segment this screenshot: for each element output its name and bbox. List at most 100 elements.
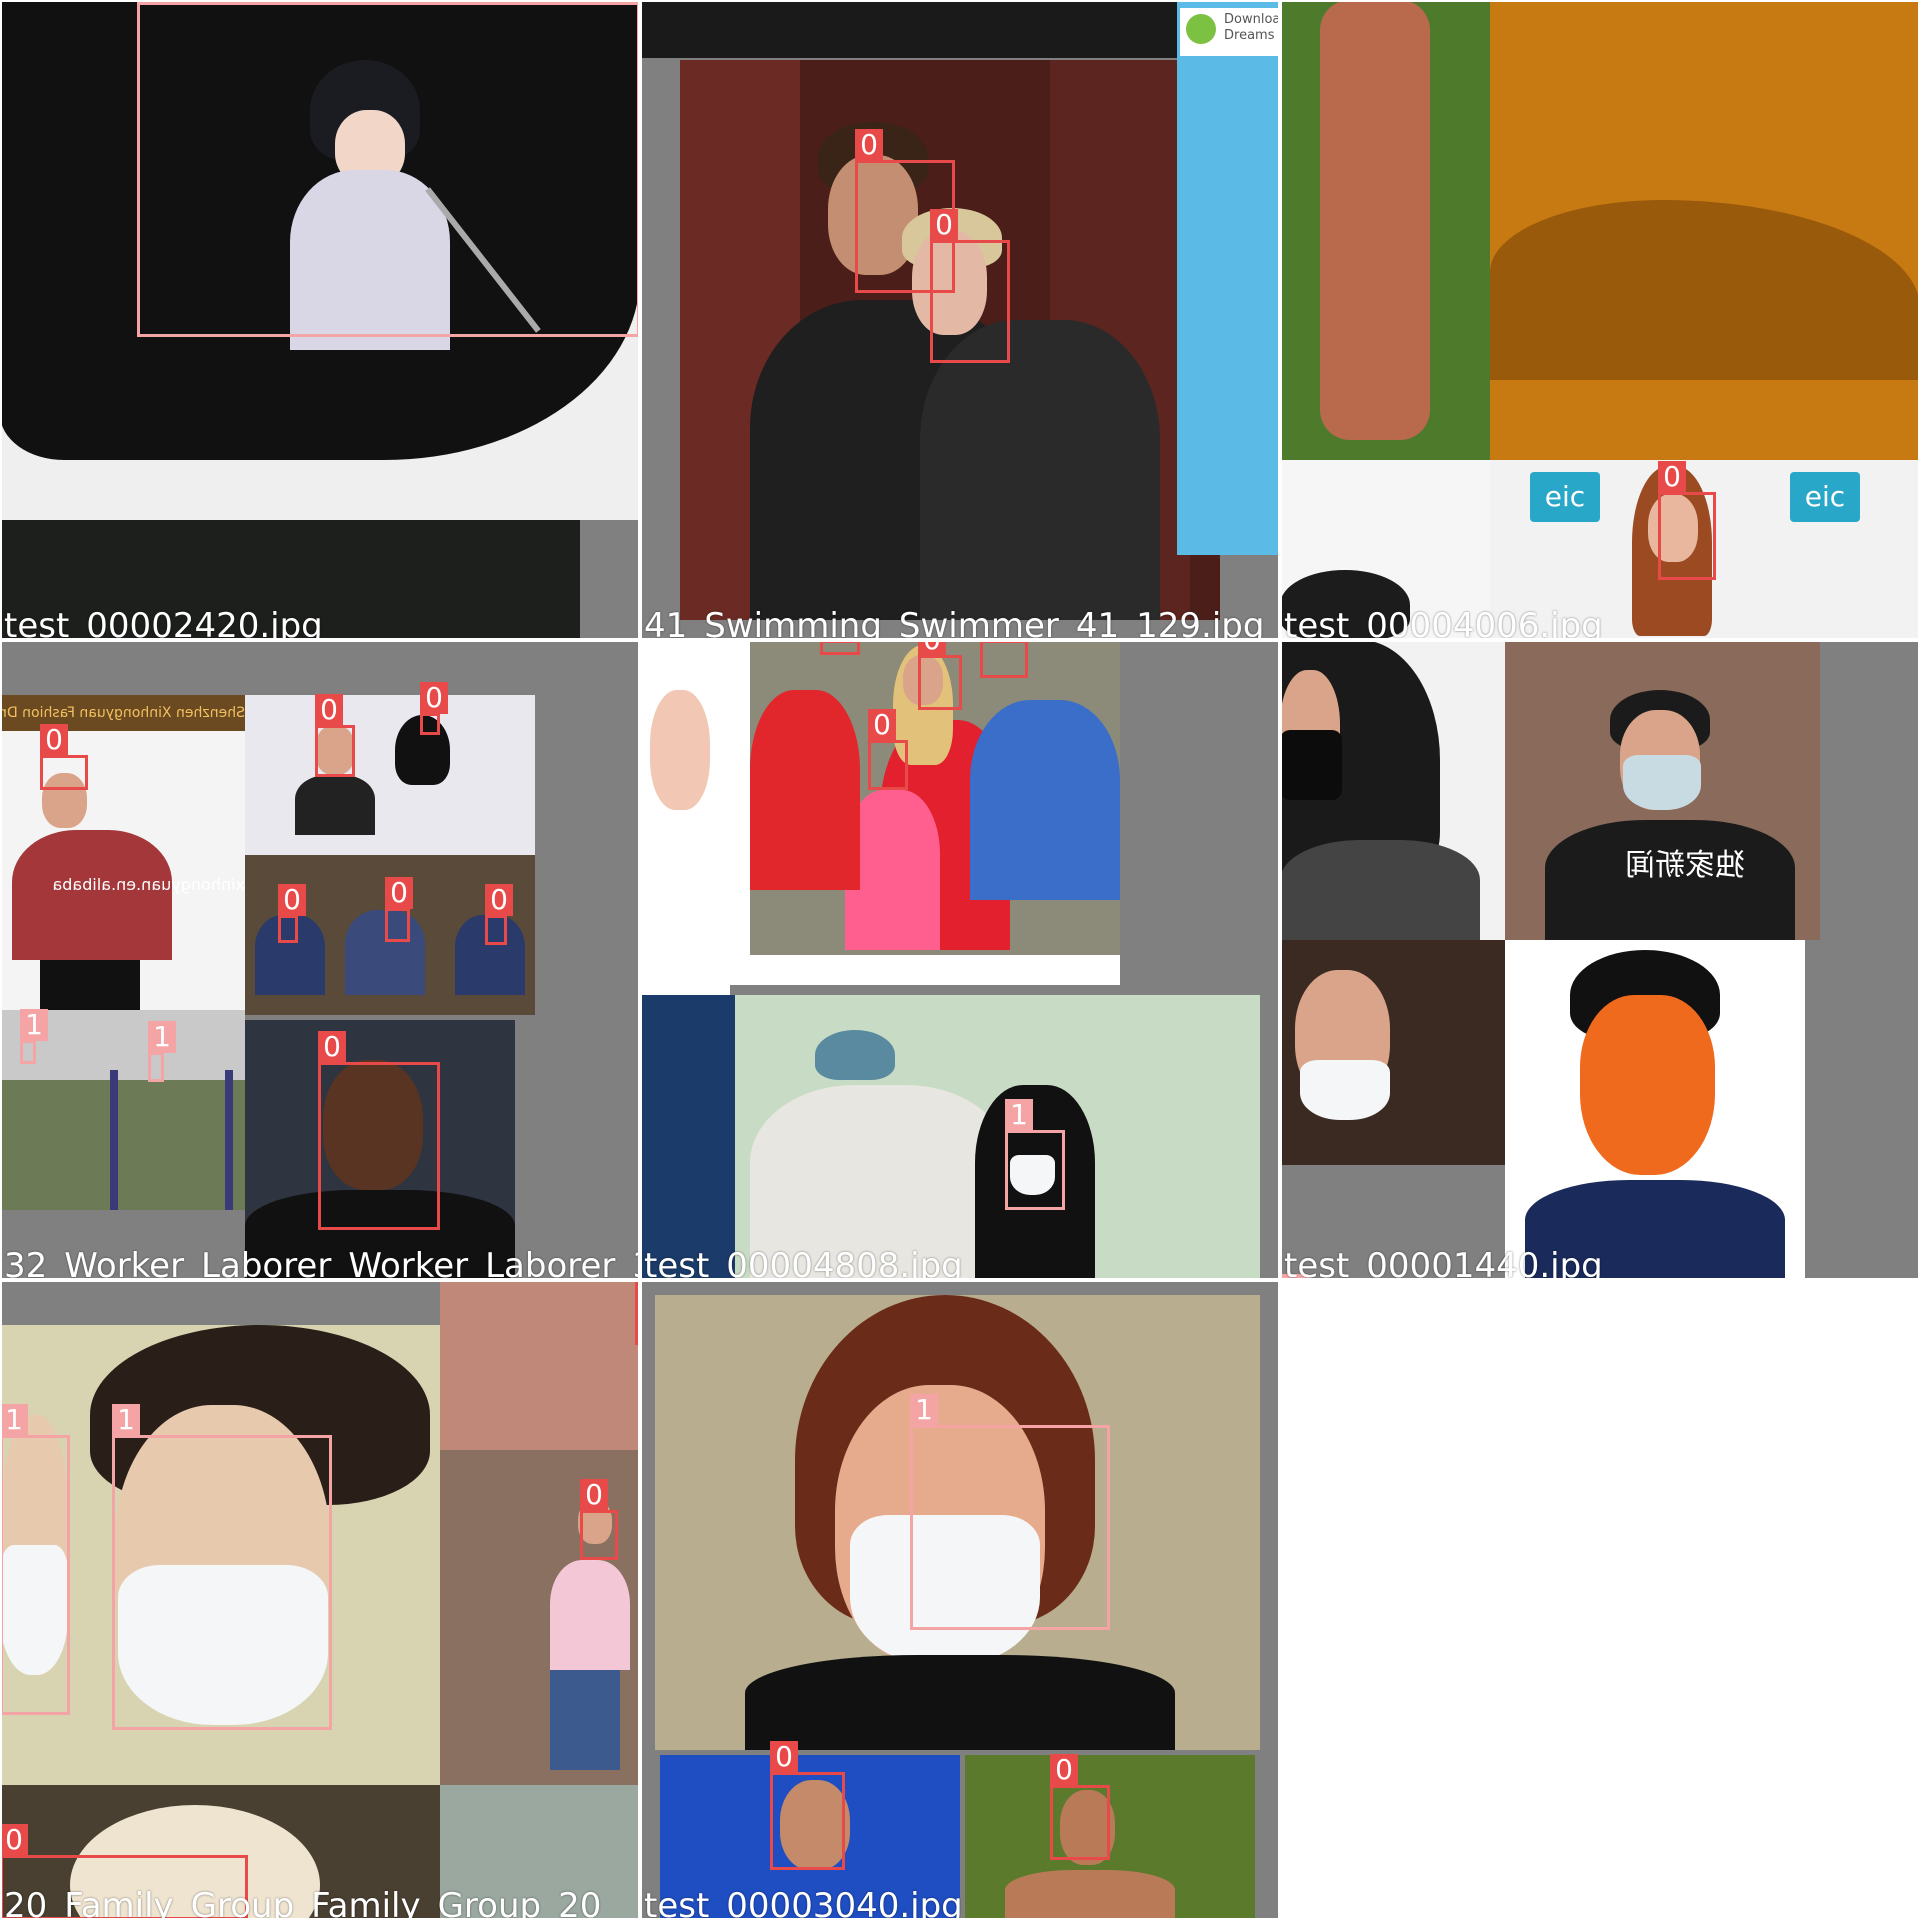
eic-logo: eic — [1530, 472, 1600, 522]
class-label: 0 — [278, 884, 306, 916]
detection-box-face: 0 — [485, 884, 513, 945]
class-label: 0 — [385, 877, 413, 909]
girl-jeans — [550, 1670, 620, 1770]
detection-box-mask: 1 — [1005, 1099, 1065, 1210]
portrait-suit — [295, 775, 375, 835]
detection-box-mask: 1 — [112, 1404, 332, 1730]
class-label: 0 — [1658, 461, 1686, 493]
class-label: 1 — [910, 1394, 938, 1426]
class-label: 0 — [0, 1824, 28, 1856]
detection-box-face: 0 — [385, 877, 413, 942]
class-label: 0 — [635, 1280, 640, 1301]
rock-shadow — [1490, 200, 1920, 380]
detection-box-face: 0 — [930, 209, 1010, 363]
tile-filename: test_00004006.jpg — [1284, 606, 1603, 640]
bar-frame — [225, 1070, 233, 1210]
teen-dress — [750, 690, 860, 890]
tile-filename: 41_Swimming_Swimmer_41_129.jpg — [644, 606, 1265, 640]
detection-box-mask: 1 — [910, 1394, 1110, 1630]
woman-top — [745, 1655, 1175, 1750]
detection-box-mask: 1 — [137, 0, 640, 337]
woman-shirt — [920, 320, 1160, 620]
tile-filename: 32_Worker_Laborer_Worker_Laborer_32 — [4, 1246, 640, 1280]
man-torso — [1005, 1870, 1175, 1920]
detection-box-mask: 1 — [148, 1021, 176, 1082]
mosaic-tile-4: Shenzhen Xinhongyuan Fashion Dre xinhong… — [0, 640, 640, 1280]
class-label: 0 — [930, 209, 958, 241]
class-label: 0 — [580, 1479, 608, 1511]
surgical-mask — [1623, 755, 1701, 810]
photo-tv-mask: 独家新闻 — [1505, 640, 1820, 940]
tile-filename: 20_Family_Group_Family_Group_20 — [4, 1886, 602, 1920]
class-label: 1 — [148, 1021, 176, 1053]
black-mask — [1280, 730, 1342, 800]
mosaic-tile-5: 0 0 0 0 1 test_00004808.jpg — [640, 640, 1280, 1280]
photo-desert-rock — [1490, 0, 1920, 460]
class-label: 0 — [770, 1741, 798, 1773]
mosaic-tile-2: Download Dreams 0 0 41_Swimming_Swimmer_… — [640, 0, 1280, 640]
shop-banner: Shenzhen Xinhongyuan Fashion Dre — [0, 695, 245, 731]
arm — [650, 690, 710, 810]
class-label: 0 — [868, 709, 896, 741]
watermark-badge: Download Dreams — [1180, 8, 1280, 56]
detection-box-face: 0 — [420, 682, 448, 735]
tile-filename: test_00001440.jpg — [1284, 1246, 1603, 1280]
detection-box-face: 0 — [318, 1031, 440, 1230]
class-label: 0 — [980, 640, 1008, 641]
detection-box-face: 0 — [980, 640, 1028, 678]
photo-paparazzi — [640, 995, 1260, 1280]
class-label: 0 — [40, 724, 68, 756]
class-label: 1 — [20, 1009, 48, 1041]
girl-sweater — [550, 1560, 630, 1670]
man-shirt — [970, 700, 1120, 900]
photo-fashion-model: Shenzhen Xinhongyuan Fashion Dre xinhong… — [0, 695, 245, 1010]
class-label: 0 — [918, 640, 946, 656]
model-trousers — [40, 960, 140, 1010]
detection-box-face: 0 — [918, 640, 962, 710]
arm — [1320, 0, 1430, 440]
class-label: 1 — [112, 1404, 140, 1436]
detection-box-face: 0 — [1658, 461, 1716, 580]
photo-white-strip — [640, 640, 730, 995]
class-label: 1 — [0, 1404, 28, 1436]
tile-filename: test_00002420.jpg — [4, 606, 323, 640]
stage-left — [640, 995, 735, 1280]
mosaic-tile-6: 独家新闻 1 1 1 0 1 test_00001440.jpg — [1280, 640, 1920, 1280]
detection-box-mask: 1 — [0, 1404, 70, 1715]
mosaic-tile-7: 1 1 0 0 0 20_Family_Group_Family_Group_2… — [0, 1280, 640, 1920]
tv-caption: 独家新闻 — [1625, 848, 1745, 883]
detection-box-face: 0 — [580, 1479, 618, 1560]
class-label: 1 — [1005, 1099, 1033, 1131]
class-label: 0 — [485, 884, 513, 916]
eic-logo: eic — [1790, 472, 1860, 522]
detection-box-face: 0 — [40, 724, 88, 790]
class-label: 0 — [315, 694, 343, 726]
orange-balaclava — [1580, 995, 1715, 1175]
detection-box-face: 0 — [868, 709, 908, 790]
class-label: 0 — [855, 129, 883, 161]
watermark-text: Download Dreams — [1224, 12, 1280, 43]
photo-dark-top — [640, 0, 1177, 58]
mosaic-tile-1: 1 test_00002420.jpg — [0, 0, 640, 640]
class-label: 0 — [820, 640, 848, 641]
class-label: 0 — [1050, 1754, 1078, 1786]
class-label: 0 — [420, 682, 448, 714]
cap — [815, 1030, 895, 1080]
detection-box-face: 0 — [278, 884, 306, 943]
mosaic-tile-8: 1 0 0 test_00003040.jpg — [640, 1280, 1280, 1920]
tile-filename: test_00003040.jpg — [644, 1886, 963, 1920]
detection-box-face: 0 — [770, 1741, 845, 1870]
class-label: 1 — [137, 0, 165, 3]
detection-box-face: 0 — [315, 694, 355, 777]
detection-box-face: 0 — [635, 1280, 640, 1345]
detection-box-face: 0 — [820, 640, 860, 655]
tissue — [1300, 1060, 1390, 1120]
photo-covering-face — [1280, 940, 1505, 1165]
watermark-logo-icon — [1186, 14, 1216, 44]
photo-orange-balaclava — [1505, 940, 1805, 1280]
photo-black-mask-woman — [1280, 640, 1505, 940]
mosaic-tile-3: eic eic 0 test_00004006.jpg — [1280, 0, 1920, 640]
foliage — [440, 1280, 640, 1450]
photo-water-strip — [1177, 0, 1280, 555]
detection-box-mask: 1 — [20, 1009, 48, 1064]
